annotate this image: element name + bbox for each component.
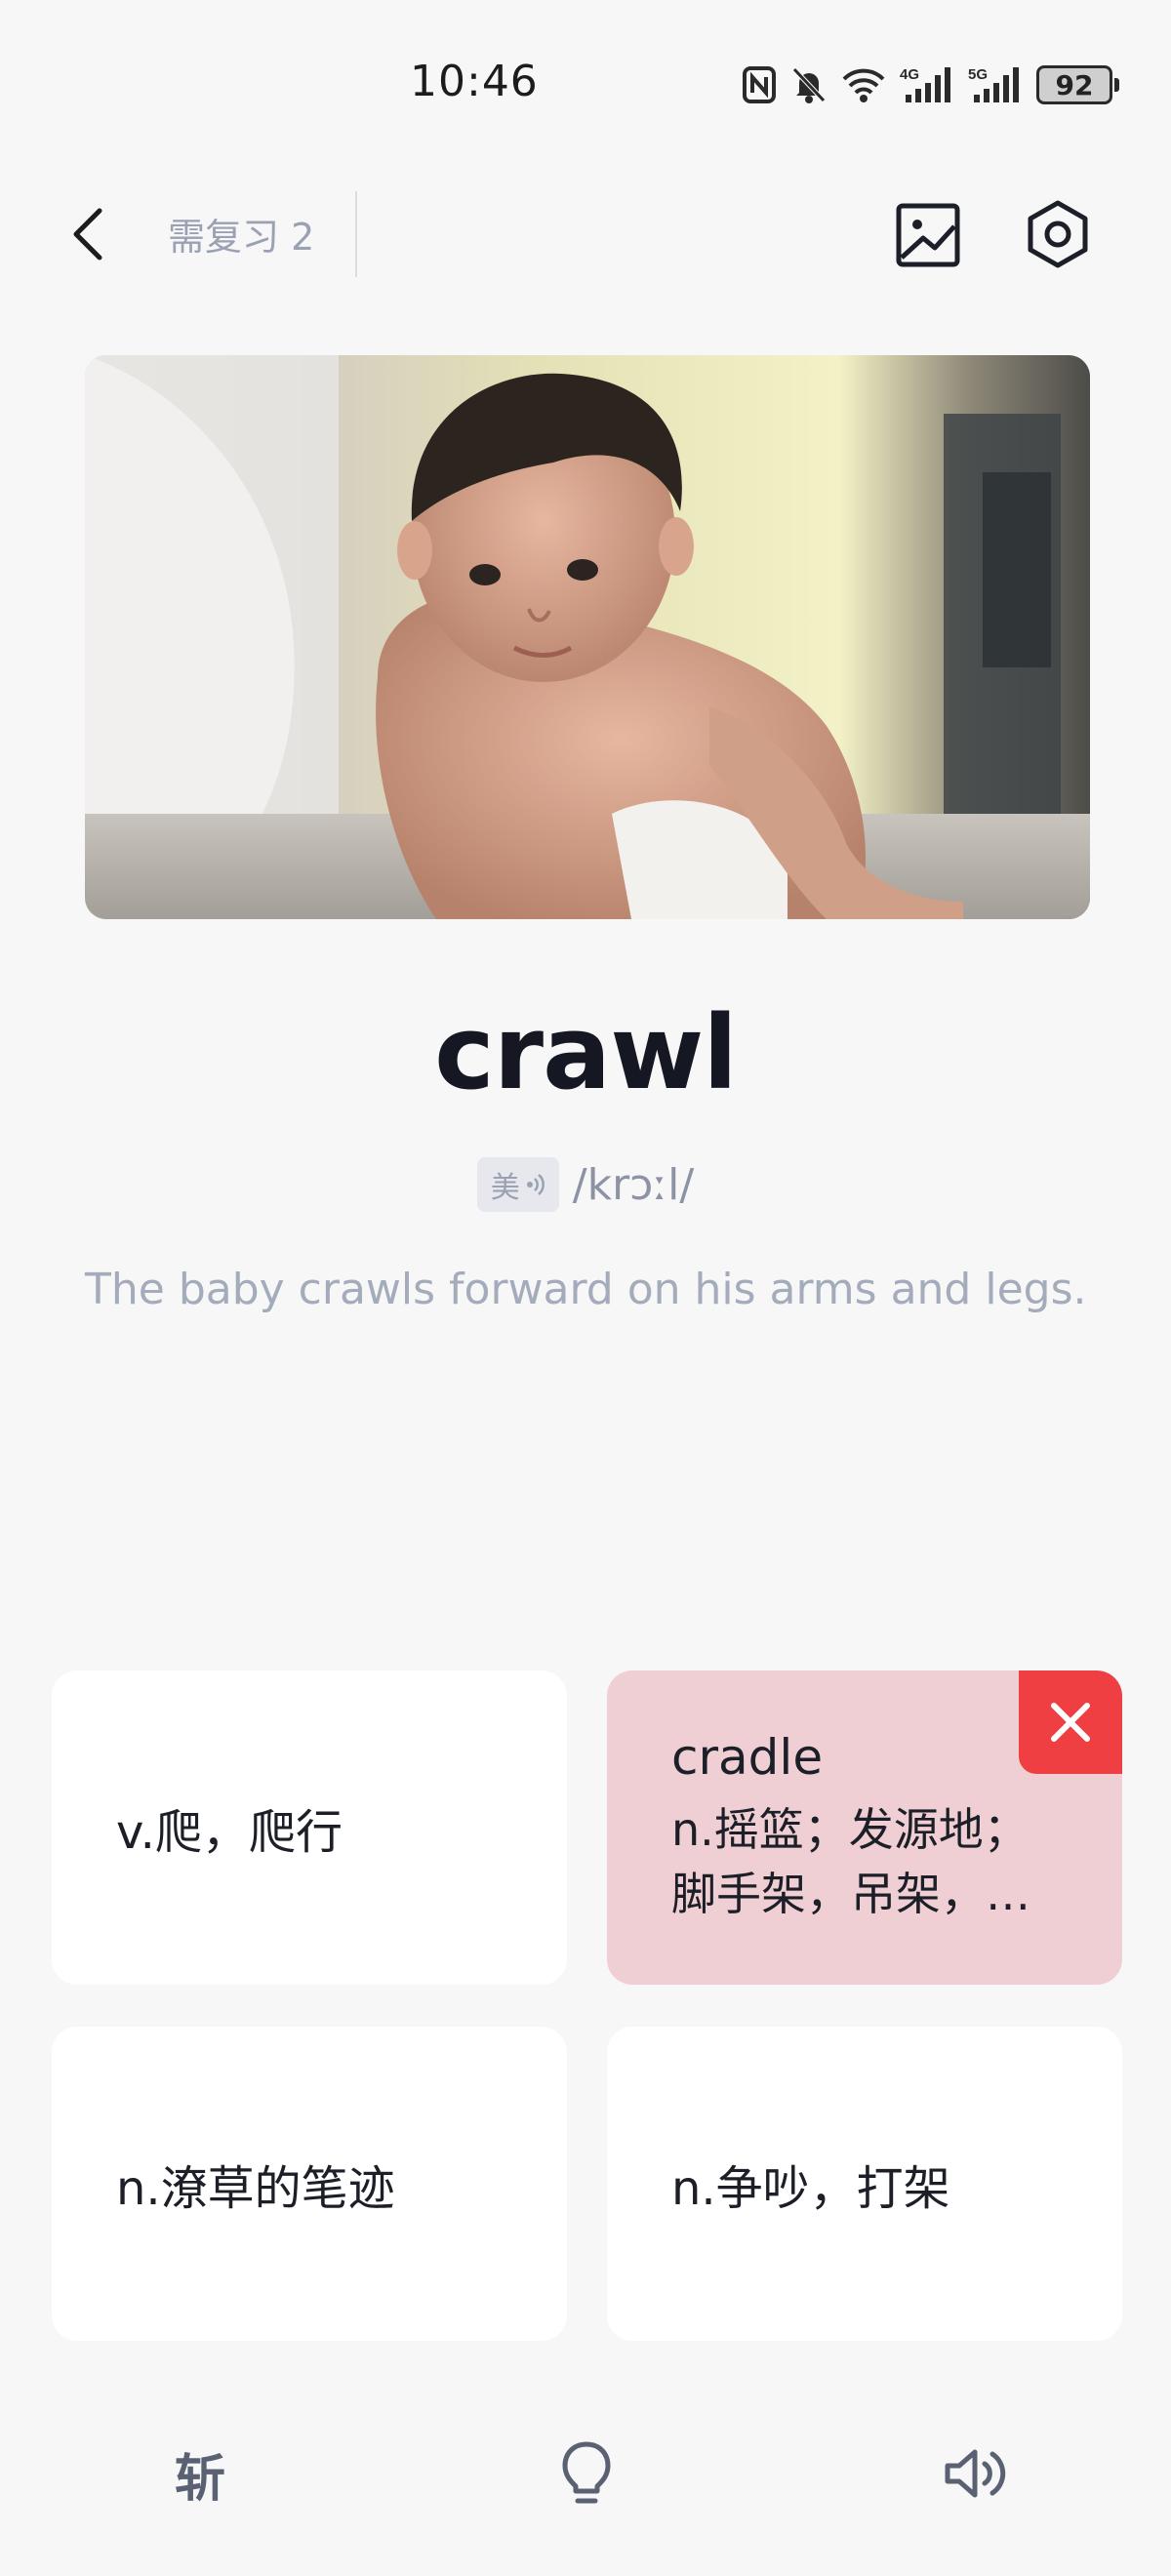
image-icon: [896, 203, 960, 267]
option-text: n.潦草的笔迹: [116, 2161, 395, 2216]
example-sentence: The baby crawls forward on his arms and …: [85, 1265, 1087, 1314]
speaker-small-icon: [526, 1174, 545, 1195]
hint-button[interactable]: [543, 2430, 630, 2517]
nfc-icon: [743, 66, 776, 103]
wifi-icon: [842, 68, 885, 102]
status-bar: 10:46 4G 5G 92: [0, 0, 1171, 166]
option-card-4[interactable]: n.争吵，打架: [607, 2027, 1122, 2341]
option-card-3[interactable]: n.潦草的笔迹: [52, 2027, 567, 2341]
status-icons: 4G 5G 92: [742, 60, 1119, 109]
status-time: 10:46: [410, 57, 539, 106]
nav-divider: [355, 191, 357, 277]
back-icon: [73, 208, 102, 261]
back-button[interactable]: [59, 203, 117, 265]
option-card-1[interactable]: v.爬，爬行: [52, 1670, 567, 1985]
option-wrong-definition: n.摇篮；发源地；脚手架，吊架，…: [671, 1803, 1030, 1920]
close-icon: [1051, 1703, 1090, 1742]
word-illustration-photo: [85, 355, 1090, 919]
battery-level: 92: [1036, 65, 1112, 104]
phonetic-text: /krɔːl/: [572, 1159, 695, 1210]
svg-text:4G: 4G: [900, 66, 919, 83]
option-text: v.爬，爬行: [116, 1805, 343, 1860]
settings-button[interactable]: [1023, 199, 1093, 269]
settings-icon: [1028, 200, 1088, 268]
speaker-icon: [945, 2449, 1006, 2498]
sound-button[interactable]: [931, 2430, 1019, 2517]
4g-signal-icon: 4G: [900, 66, 950, 102]
option-card-2-wrong[interactable]: cradle n.摇篮；发源地；脚手架，吊架，…: [607, 1670, 1122, 1985]
pronounce-button[interactable]: 美: [476, 1157, 559, 1212]
option-text: n.争吵，打架: [671, 2161, 950, 2216]
mute-icon: [792, 67, 826, 103]
bottom-toolbar: 斩: [0, 2430, 1171, 2527]
hint-bulb-icon: [562, 2441, 611, 2504]
pronunciation-row: 美 /krɔːl/: [0, 1157, 1171, 1212]
svg-text:5G: 5G: [968, 66, 988, 83]
image-toggle-button[interactable]: [894, 201, 962, 269]
review-count-label[interactable]: 需复习 2: [168, 207, 314, 261]
word-title: crawl: [434, 993, 738, 1112]
5g-signal-icon: 5G: [968, 66, 1019, 102]
wrong-mark: [1019, 1670, 1122, 1774]
accent-label: 美: [490, 1171, 520, 1205]
battery-icon: 92: [1036, 65, 1119, 104]
zhan-button[interactable]: 斩: [156, 2430, 244, 2517]
top-nav: 需复习 2: [0, 166, 1171, 302]
